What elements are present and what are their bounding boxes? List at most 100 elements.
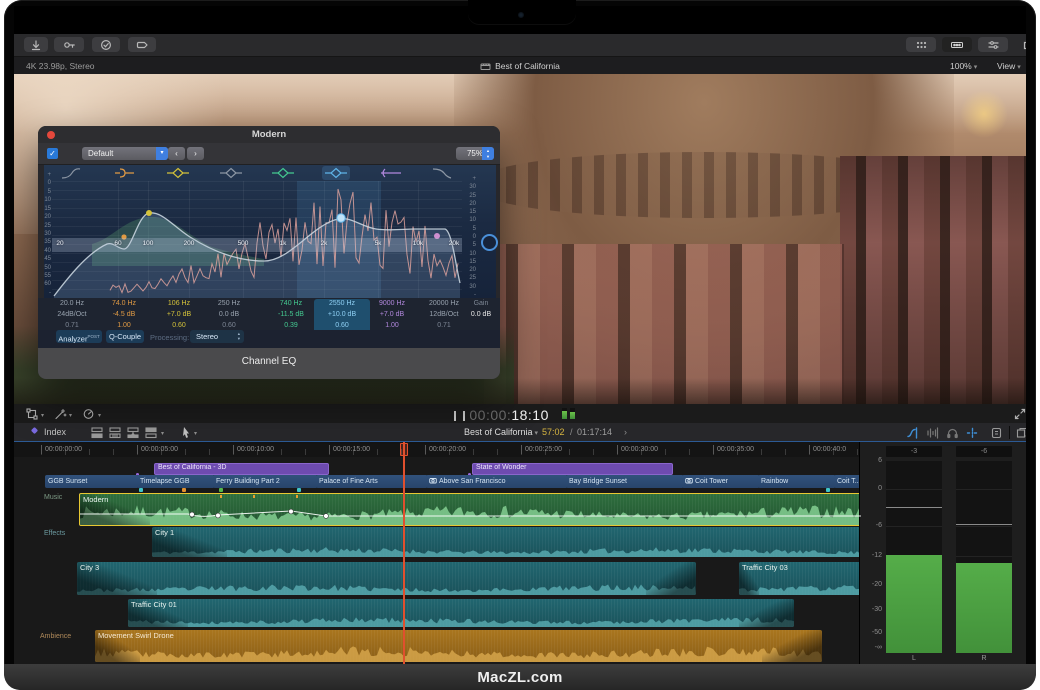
keyword-marker[interactable]	[139, 488, 143, 492]
effects-icon[interactable]	[990, 427, 1003, 439]
fullscreen-icon[interactable]	[1014, 408, 1026, 420]
append-edit-icon[interactable]	[90, 426, 104, 439]
audio-clip-effects[interactable]: Traffic City 03	[739, 562, 862, 595]
processing-dropdown[interactable]: Stereo▴▾	[190, 330, 244, 343]
eq-band-4-bell-icon[interactable]	[217, 166, 245, 180]
bypass-checkbox[interactable]: ✓	[47, 148, 58, 159]
title-clip[interactable]: State of Wonder	[472, 463, 673, 475]
q-couple-button[interactable]: Q-Couple	[106, 330, 144, 343]
eq-controls-row: AnalyzerPOST Q-Couple Processing: Stereo…	[38, 330, 500, 348]
eq-band-8-lowpass-icon[interactable]	[429, 166, 457, 180]
connect-edit-icon[interactable]	[126, 426, 140, 439]
master-gain-knob[interactable]	[481, 234, 498, 251]
audio-clip-music[interactable]: Modern	[79, 493, 864, 526]
insert-edit-icon[interactable]	[108, 426, 122, 439]
audio-clip-effects[interactable]: City 1	[152, 527, 862, 557]
retime-tool[interactable]	[82, 408, 95, 420]
share-icon	[1022, 38, 1026, 51]
media-key-button[interactable]	[54, 37, 84, 52]
overwrite-edit-icon[interactable]	[144, 426, 158, 439]
preset-prev-button[interactable]: ‹	[168, 147, 185, 160]
preset-next-button[interactable]: ›	[187, 147, 204, 160]
solo-icon[interactable]	[946, 427, 959, 439]
chevron-down-icon[interactable]: ▾	[161, 430, 164, 437]
window-size-stepper[interactable]: 75% ▴▾	[456, 147, 494, 160]
snapping-icon[interactable]	[966, 427, 979, 439]
volume-automation[interactable]	[80, 494, 861, 523]
audio-clip-ambience[interactable]: Movement Swirl Drone	[95, 630, 822, 662]
timeline-ruler[interactable]: 00:00:00:00 00:00:05:00 00:00:10:00 00:0…	[14, 442, 860, 457]
audio-clip-effects[interactable]: Traffic City 01	[128, 599, 794, 627]
index-button[interactable]: Index	[44, 427, 66, 437]
eq-band-6-bell-icon[interactable]	[322, 166, 350, 180]
favorite-button[interactable]	[92, 37, 120, 52]
band-6-values[interactable]: 2550 Hz+10.0 dB0.60	[316, 298, 368, 331]
browser-view-button[interactable]	[906, 37, 936, 52]
adjust-button[interactable]	[978, 37, 1008, 52]
keyword-marker[interactable]	[219, 488, 223, 492]
video-clip[interactable]: Bay Bridge Sunset	[566, 475, 684, 488]
browser-toggle-icon[interactable]	[1016, 427, 1026, 439]
meter-right-level	[956, 563, 1012, 653]
ruler-label: 00:00:20:00	[425, 445, 466, 454]
eq-band-7-bell-icon[interactable]	[377, 166, 405, 180]
view-dropdown[interactable]: View▾	[997, 61, 1021, 71]
meter-scale: -20	[860, 581, 882, 589]
band-1-values[interactable]: 20.0 Hz24dB/Oct0.71	[46, 298, 98, 331]
eq-window-titlebar[interactable]: Modern	[38, 126, 500, 143]
audio-skimming-icon[interactable]	[926, 427, 939, 439]
video-clip[interactable]: Timelapse GGB	[137, 475, 215, 488]
keyword-marker[interactable]	[182, 488, 186, 492]
select-tool-icon[interactable]	[180, 426, 192, 439]
keyword-marker[interactable]	[297, 488, 301, 492]
bottom-shade	[14, 378, 1026, 404]
video-clip[interactable]: Above San Francisco	[426, 475, 568, 488]
filmstrip-view-button[interactable]	[942, 37, 972, 52]
import-button[interactable]	[24, 37, 48, 52]
band-4-values[interactable]: 250 Hz0.0 dB0.60	[203, 298, 255, 331]
audio-clip-effects[interactable]: City 3	[77, 562, 696, 595]
enhance-tool[interactable]	[54, 408, 67, 420]
chevron-down-icon[interactable]: ▾	[41, 412, 44, 419]
analyzer-button[interactable]: AnalyzerPOST	[56, 330, 102, 343]
chevron-down-icon[interactable]: ▾	[98, 412, 101, 419]
chevron-down-icon[interactable]: ▾	[69, 412, 72, 419]
band-5-values[interactable]: 740 Hz-11.5 dB0.39	[265, 298, 317, 331]
band-7-values[interactable]: 9000 Hz+7.0 dB1.00	[366, 298, 418, 331]
preset-dropdown[interactable]: Default ▾	[82, 147, 168, 160]
next-marker-icon[interactable]: ›	[624, 427, 627, 437]
eq-band-1-highpass-icon[interactable]	[56, 166, 84, 180]
close-button[interactable]	[47, 131, 55, 139]
zoom-dropdown[interactable]: 100%▾	[950, 61, 977, 71]
video-clip[interactable]: Rainbow	[758, 475, 836, 488]
band-3-values[interactable]: 106 Hz+7.0 dB0.60	[153, 298, 205, 331]
video-clip[interactable]: GGB Sunset	[45, 475, 139, 488]
eq-band-3-bell-icon[interactable]	[164, 166, 192, 180]
transform-tool[interactable]	[26, 408, 39, 420]
band-2-values[interactable]: 74.0 Hz-4.5 dB1.00	[98, 298, 150, 331]
chevron-down-icon[interactable]: ▾	[194, 430, 197, 437]
keyword-marker[interactable]	[826, 488, 830, 492]
ruler-label: 00:00:00:00	[41, 445, 82, 454]
eq-plot[interactable]: 20 60 100 200 500 1k 2k 5k 10k 20k	[52, 181, 462, 298]
chevron-down-icon: ▾	[974, 64, 978, 71]
eq-band-5-bell-icon[interactable]	[269, 166, 297, 180]
eq-preset-row: ✓ Default ▾ ‹ › 75% ▴▾	[38, 143, 500, 165]
video-clip[interactable]: Palace of Fine Arts	[316, 475, 428, 488]
share-button[interactable]	[1016, 37, 1026, 52]
skimming-icon[interactable]	[906, 427, 919, 439]
eq-footer[interactable]: Channel EQ	[38, 348, 500, 379]
gain-values[interactable]: Gain0.0 dB	[464, 298, 498, 320]
keyword-button[interactable]	[128, 37, 156, 52]
meter-scale: -∞	[860, 644, 882, 652]
video-clip[interactable]: Coit Tower	[682, 475, 760, 488]
title-clip[interactable]: Best of California - 3D	[154, 463, 329, 475]
pause-icon[interactable]	[454, 411, 465, 421]
eq-band-2-lowshelf-icon[interactable]	[109, 166, 137, 180]
band-8-values[interactable]: 20000 Hz12dB/Oct0.71	[418, 298, 470, 331]
video-clip[interactable]: Ferry Building Part 2	[213, 475, 318, 488]
timeline-project-dropdown[interactable]: Best of California▾	[464, 427, 538, 437]
playhead[interactable]	[403, 442, 405, 664]
device-chin: MacZL.com	[4, 664, 1036, 690]
mini-meter-l	[562, 408, 567, 419]
